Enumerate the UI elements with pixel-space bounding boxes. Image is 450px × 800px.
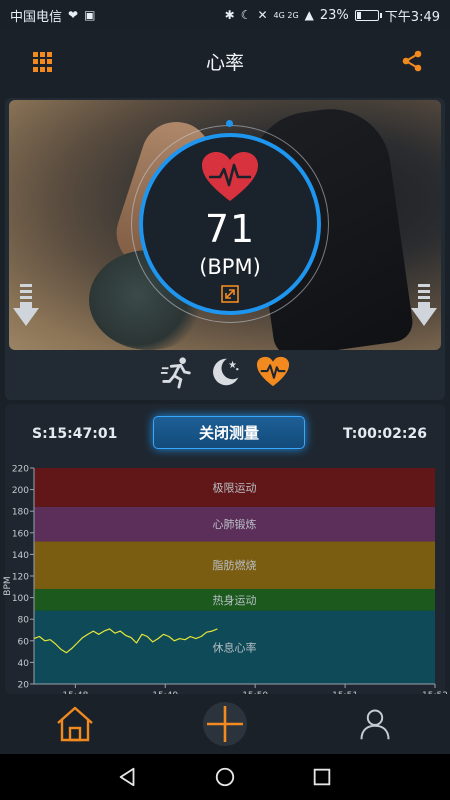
- y-tick-label: 140: [12, 551, 29, 561]
- scroll-down-right-icon[interactable]: [411, 284, 437, 330]
- back-icon[interactable]: [117, 766, 139, 788]
- carrier-label: 中国电信: [10, 9, 63, 25]
- expand-icon[interactable]: [221, 285, 239, 303]
- y-tick-label: 220: [12, 465, 29, 475]
- y-tick-label: 20: [18, 681, 30, 691]
- y-tick-label: 120: [12, 573, 29, 583]
- elapsed-time: T:00:02:26: [342, 426, 427, 442]
- battery-icon: [354, 9, 382, 21]
- y-tick-label: 60: [18, 637, 30, 647]
- user-icon: [360, 709, 390, 740]
- system-navigation-bar: [0, 754, 450, 800]
- mute-icon: ✕: [257, 8, 268, 22]
- ring-indicator-dot: [226, 120, 233, 127]
- y-tick-label: 100: [12, 594, 29, 604]
- heart-icon: [202, 152, 258, 201]
- home-circle-icon[interactable]: [214, 766, 236, 788]
- heart-notification-icon: ❤: [68, 8, 79, 22]
- status-bar: 中国电信 ❤ ▣ ✱ ☾ ✕ 4G 2G ▲ 23% 下午3:49: [0, 0, 450, 30]
- sleep-mode-icon[interactable]: [207, 354, 243, 390]
- profile-nav-button[interactable]: [345, 699, 405, 749]
- heart-rate-mode-icon[interactable]: [255, 354, 291, 390]
- page-title: 心率: [205, 51, 244, 74]
- menu-grid-icon[interactable]: [33, 52, 53, 72]
- home-nav-button[interactable]: [45, 699, 105, 749]
- zone-label: 脂肪燃烧: [213, 558, 257, 572]
- y-tick-label: 160: [12, 529, 29, 539]
- zone-label: 极限运动: [213, 480, 257, 494]
- running-mode-icon[interactable]: [159, 354, 195, 390]
- y-tick-label: 200: [12, 486, 29, 496]
- plus-icon: [207, 706, 243, 742]
- chart-svg: 休息心率 热身运动 脂肪燃烧 心肺锻炼 极限运动 20 40 60 80 100 120 140 160…: [3, 465, 448, 702]
- clock: 下午3:49: [384, 9, 440, 25]
- bpm-value: 71: [204, 207, 256, 251]
- heart-rate-card: 71 (BPM): [5, 98, 445, 400]
- zone-label: 热身运动: [213, 593, 257, 607]
- y-tick-label: 180: [12, 508, 29, 518]
- bpm-unit: (BPM): [199, 255, 261, 279]
- bluetooth-icon: ✱: [224, 8, 235, 22]
- y-axis-label: BPM: [3, 576, 13, 595]
- signal-icon: ▲: [304, 8, 314, 22]
- app-notification-icon: ▣: [84, 8, 96, 22]
- mode-selector: [5, 354, 445, 394]
- share-icon[interactable]: [400, 49, 424, 73]
- bottom-navigation: [0, 694, 450, 754]
- network-type-label: 4G 2G: [273, 10, 299, 20]
- y-tick-label: 80: [18, 616, 30, 626]
- start-time: S:15:47:01: [32, 426, 118, 442]
- battery-percent: 23%: [319, 7, 349, 23]
- y-tick-label: 40: [18, 659, 30, 669]
- zone-label: 休息心率: [213, 640, 257, 654]
- heart-rate-chart: 休息心率 热身运动 脂肪燃烧 心肺锻炼 极限运动 20 40 60 80 100 120 140 160…: [0, 460, 450, 702]
- app-header: 心率: [0, 30, 450, 92]
- stop-measurement-button[interactable]: 关闭测量: [153, 416, 305, 449]
- heart-rate-gauge: 71 (BPM): [139, 133, 321, 315]
- add-nav-button[interactable]: [195, 699, 255, 749]
- do-not-disturb-icon: ☾: [240, 8, 252, 22]
- zone-label: 心肺锻炼: [213, 517, 257, 531]
- recents-icon[interactable]: [311, 766, 333, 788]
- home-icon: [57, 706, 93, 742]
- scroll-down-left-icon[interactable]: [13, 284, 39, 330]
